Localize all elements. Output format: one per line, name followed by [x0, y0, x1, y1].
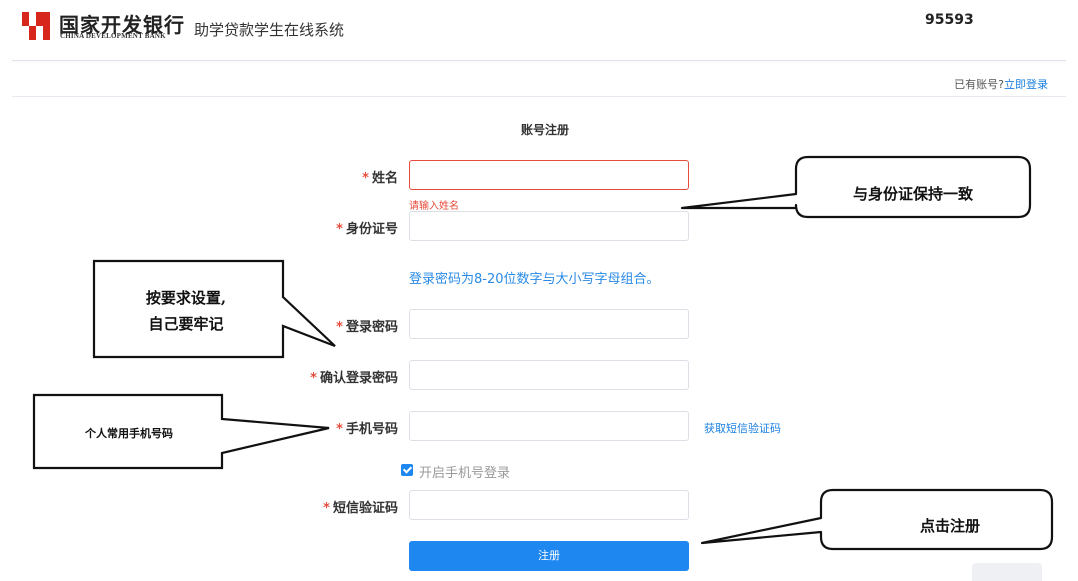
id-number-label-text: 身份证号	[345, 222, 398, 237]
required-mark: *	[323, 501, 330, 516]
required-mark: *	[362, 171, 369, 186]
callout-submit-text: 点击注册	[919, 517, 980, 535]
password-label-text: 登录密码	[345, 320, 398, 335]
login-tip: 已有账号?立即登录	[954, 76, 1048, 92]
confirm-password-input[interactable]	[409, 360, 689, 390]
hotline-number: 95593	[925, 12, 974, 28]
login-link[interactable]: 立即登录	[1004, 78, 1048, 91]
name-input[interactable]	[409, 160, 689, 190]
phone-login-label[interactable]: 开启手机号登录	[419, 462, 510, 481]
required-mark: *	[310, 371, 317, 386]
callout-id-text: 与身份证保持一致	[852, 185, 973, 203]
password-input[interactable]	[409, 309, 689, 339]
phone-label: * 手机号码	[238, 418, 398, 437]
name-error-message: 请输入姓名	[409, 201, 459, 212]
id-number-input[interactable]	[409, 211, 689, 241]
sms-code-input[interactable]	[409, 490, 689, 520]
name-label-text: 姓名	[371, 171, 398, 186]
confirm-password-label-text: 确认登录密码	[319, 371, 398, 386]
required-mark: *	[336, 320, 343, 335]
form-title: 账号注册	[521, 123, 570, 137]
password-hint: 登录密码为8-20位数字与大小写字母组合。	[409, 272, 660, 287]
phone-input[interactable]	[409, 411, 689, 441]
floating-widget	[972, 563, 1042, 581]
callout-password-line2: 自己要牢记	[148, 315, 224, 333]
phone-login-checkbox[interactable]	[401, 464, 413, 476]
bank-logo-icon	[22, 12, 50, 40]
callout-phone-text: 个人常用手机号码	[85, 427, 173, 440]
callout-password-text: 按要求设置, 自己要牢记	[100, 285, 272, 337]
required-mark: *	[336, 222, 343, 237]
confirm-password-label: * 确认登录密码	[238, 367, 398, 386]
header-divider	[12, 60, 1066, 61]
callout-password-line1: 按要求设置,	[145, 289, 227, 307]
get-sms-code-link[interactable]: 获取短信验证码	[704, 420, 781, 436]
required-mark: *	[336, 422, 343, 437]
subheader-divider	[12, 96, 1066, 97]
id-number-label: * 身份证号	[238, 218, 398, 237]
phone-label-text: 手机号码	[345, 422, 398, 437]
login-tip-text: 已有账号?	[954, 78, 1004, 91]
bank-name-en: CHINA DEVELOPMENT BANK	[60, 32, 166, 40]
name-label: * 姓名	[238, 167, 398, 186]
sms-code-label: * 短信验证码	[238, 497, 398, 516]
register-button[interactable]: 注册	[409, 541, 689, 571]
sms-code-label-text: 短信验证码	[332, 501, 398, 516]
system-title: 助学贷款学生在线系统	[194, 21, 345, 39]
